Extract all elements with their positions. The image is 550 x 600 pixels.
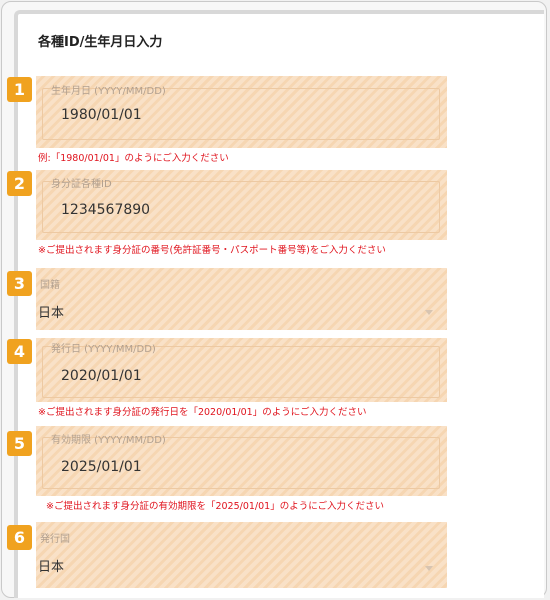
nationality-label: 国籍 (40, 280, 60, 291)
step-badge-6: 6 (7, 525, 32, 550)
step-badge-4: 4 (7, 339, 32, 364)
step-badge-5: 5 (7, 431, 32, 456)
issuing-country-value: 日本 (38, 560, 65, 575)
id-number-value: 1234567890 (61, 202, 151, 218)
issue-date-note: ※ご提出されます身分証の発行日を「2020/01/01」のようにご入力ください (38, 407, 367, 418)
expiry-date-label: 有効期限 (YYYY/MM/DD) (51, 435, 166, 446)
issue-date-value: 2020/01/01 (61, 368, 142, 384)
expiry-date-field[interactable]: 有効期限 (YYYY/MM/DD) 2025/01/01 (42, 435, 440, 489)
step-badge-2: 2 (7, 171, 32, 196)
expiry-date-value: 2025/01/01 (61, 459, 142, 475)
page-title: 各種ID/生年月日入力 (38, 35, 163, 50)
issue-date-field[interactable]: 発行日 (YYYY/MM/DD) 2020/01/01 (42, 344, 440, 398)
step-badge-1: 1 (7, 77, 32, 102)
step-badge-3: 3 (7, 271, 32, 296)
issuing-country-select[interactable]: 日本 (36, 548, 447, 584)
section-nationality: 国籍 日本 (36, 268, 447, 330)
section-id-number: 身分証各種ID 1234567890 (36, 170, 447, 240)
section-issuing-country: 発行国 日本 (36, 522, 447, 588)
section-issue-date: 発行日 (YYYY/MM/DD) 2020/01/01 (36, 338, 447, 402)
birthdate-field[interactable]: 生年月日 (YYYY/MM/DD) 1980/01/01 (42, 86, 440, 140)
section-birthdate: 生年月日 (YYYY/MM/DD) 1980/01/01 (36, 76, 447, 148)
issue-date-label: 発行日 (YYYY/MM/DD) (51, 344, 156, 355)
chevron-down-icon (425, 310, 433, 315)
id-number-note: ※ご提出されます身分証の番号(免許証番号・パスポート番号等)をご入力ください (38, 245, 386, 256)
section-expiry-date: 有効期限 (YYYY/MM/DD) 2025/01/01 (36, 426, 447, 496)
expiry-date-note: ※ご提出されます身分証の有効期限を「2025/01/01」のようにご入力ください (46, 501, 385, 512)
nationality-select[interactable]: 日本 (36, 294, 447, 328)
birthdate-note: 例:「1980/01/01」のようにご入力ください (38, 153, 229, 164)
id-number-label: 身分証各種ID (51, 179, 112, 190)
id-number-field[interactable]: 身分証各種ID 1234567890 (42, 179, 440, 233)
chevron-down-icon (425, 566, 433, 571)
birthdate-label: 生年月日 (YYYY/MM/DD) (51, 86, 166, 97)
issuing-country-label: 発行国 (40, 534, 70, 545)
birthdate-value: 1980/01/01 (61, 107, 142, 123)
nationality-value: 日本 (38, 306, 65, 321)
